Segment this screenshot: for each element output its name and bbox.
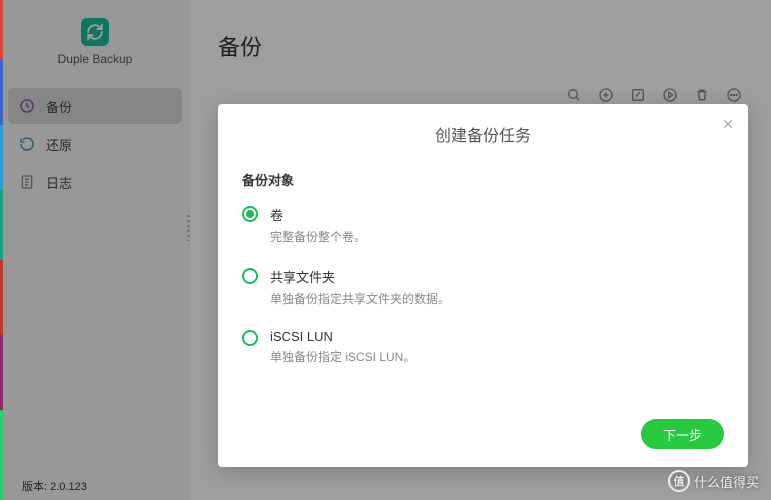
option-body: 共享文件夹 单独备份指定共享文件夹的数据。	[270, 267, 450, 307]
option-desc: 单独备份指定 iSCSI LUN。	[270, 348, 415, 365]
radio-icon	[242, 268, 258, 284]
backup-option-iscsi-lun[interactable]: iSCSI LUN 单独备份指定 iSCSI LUN。	[242, 329, 724, 365]
backup-option-shared-folder[interactable]: 共享文件夹 单独备份指定共享文件夹的数据。	[242, 267, 724, 307]
option-title: iSCSI LUN	[270, 329, 415, 344]
next-button[interactable]: 下一步	[641, 419, 724, 449]
option-desc: 单独备份指定共享文件夹的数据。	[270, 290, 450, 307]
close-icon[interactable]: ✕	[722, 116, 734, 133]
version-label: 版本: 2.0.123	[22, 478, 87, 494]
modal-section-label: 备份对象	[242, 170, 724, 189]
option-body: iSCSI LUN 单独备份指定 iSCSI LUN。	[270, 329, 415, 365]
modal-title: 创建备份任务	[242, 122, 724, 146]
watermark-badge-icon: 值	[668, 470, 690, 492]
watermark: 值 什么值得买	[668, 470, 759, 492]
option-body: 卷 完整备份整个卷。	[270, 205, 366, 245]
option-title: 卷	[270, 205, 366, 224]
radio-icon	[242, 206, 258, 222]
option-desc: 完整备份整个卷。	[270, 228, 366, 245]
backup-option-volume[interactable]: 卷 完整备份整个卷。	[242, 205, 724, 245]
window-color-strip	[0, 0, 3, 500]
watermark-text: 什么值得买	[694, 472, 759, 491]
modal-footer: 下一步	[242, 419, 724, 449]
create-backup-modal: ✕ 创建备份任务 备份对象 卷 完整备份整个卷。 共享文件夹 单独备份指定共享文…	[218, 104, 748, 467]
radio-icon	[242, 330, 258, 346]
option-title: 共享文件夹	[270, 267, 450, 286]
app-window: Duple Backup 备份 还原 日志	[0, 0, 771, 500]
